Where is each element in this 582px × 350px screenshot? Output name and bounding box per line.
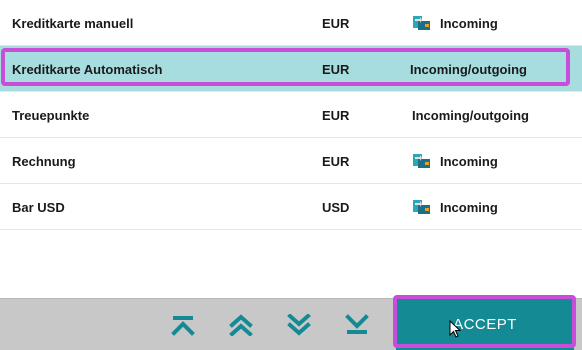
direction-label: Incoming/outgoing xyxy=(410,61,527,77)
list-item-selected[interactable]: Kreditkarte Automatisch EUR Incoming/out… xyxy=(0,46,582,92)
direction-cell: Incoming xyxy=(412,184,498,230)
currency-code: EUR xyxy=(322,107,350,123)
scroll-to-top-icon xyxy=(171,316,195,336)
payment-method-name: Treuepunkte xyxy=(12,107,90,123)
list-item[interactable]: Bar USD USD Incoming xyxy=(0,184,582,230)
incoming-wallet-icon xyxy=(413,200,430,214)
list-item[interactable]: Rechnung EUR Incoming xyxy=(0,138,582,184)
payment-method-name: Kreditkarte manuell xyxy=(12,15,134,31)
payment-method-name: Rechnung xyxy=(12,153,76,169)
currency-code: EUR xyxy=(322,61,350,77)
currency-code: USD xyxy=(322,199,350,215)
direction-cell: Incoming xyxy=(412,138,498,184)
accept-button[interactable]: ACCEPT xyxy=(396,298,574,350)
payment-method-name: Bar USD xyxy=(12,199,65,215)
direction-label: Incoming xyxy=(440,199,498,215)
currency-code: EUR xyxy=(322,15,350,31)
list-item[interactable]: Kreditkarte manuell EUR Incoming xyxy=(0,0,582,46)
payment-method-list: Kreditkarte manuell EUR Incoming Kreditk… xyxy=(0,0,582,230)
direction-label: Incoming/outgoing xyxy=(412,107,529,123)
page-up-icon xyxy=(229,314,253,336)
direction-label: Incoming xyxy=(440,153,498,169)
direction-label: Incoming xyxy=(440,15,498,31)
incoming-wallet-icon xyxy=(413,16,430,30)
list-item[interactable]: Treuepunkte EUR Incoming/outgoing xyxy=(0,92,582,138)
currency-code: EUR xyxy=(322,153,350,169)
page-down-icon xyxy=(287,314,311,336)
incoming-wallet-icon xyxy=(413,154,430,168)
page-down-button[interactable] xyxy=(283,309,315,341)
page-up-button[interactable] xyxy=(225,309,257,341)
direction-cell: Incoming xyxy=(412,0,498,46)
scroll-to-bottom-button[interactable] xyxy=(341,309,373,341)
scroll-to-bottom-icon xyxy=(345,314,369,334)
payment-method-name: Kreditkarte Automatisch xyxy=(12,61,163,77)
direction-cell: Incoming/outgoing xyxy=(412,92,529,138)
direction-cell: Incoming/outgoing xyxy=(410,46,527,92)
scroll-to-top-button[interactable] xyxy=(167,309,199,341)
